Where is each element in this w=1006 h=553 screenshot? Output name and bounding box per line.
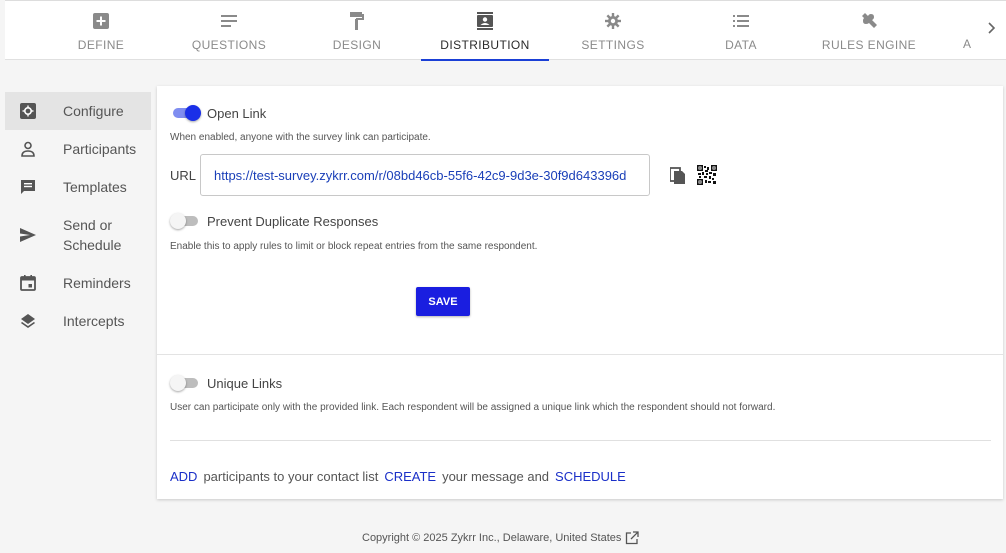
tab-partial-label[interactable]: A bbox=[963, 37, 971, 51]
copy-icon[interactable] bbox=[669, 166, 688, 186]
list-icon bbox=[730, 11, 752, 31]
contact-card-icon bbox=[474, 11, 496, 31]
tab-design[interactable]: DESIGN bbox=[293, 1, 421, 60]
plus-box-icon bbox=[90, 11, 112, 31]
sidebar-item-label: Templates bbox=[63, 179, 127, 195]
tab-label: SETTINGS bbox=[581, 38, 645, 52]
save-button[interactable]: SAVE bbox=[416, 287, 470, 316]
sidebar-item-label: Reminders bbox=[63, 275, 131, 291]
unique-links-hint: User can participate only with the provi… bbox=[170, 402, 776, 413]
sidebar-item-templates[interactable]: Templates bbox=[5, 168, 151, 206]
tab-settings[interactable]: SETTINGS bbox=[549, 1, 677, 60]
toggle-knob bbox=[170, 213, 186, 229]
url-label: URL bbox=[170, 168, 197, 183]
person-icon bbox=[17, 138, 39, 160]
prevent-duplicate-toggle[interactable] bbox=[170, 213, 200, 229]
gear-box-icon bbox=[17, 100, 39, 122]
message-icon bbox=[17, 176, 39, 198]
cta-text: participants to your contact list bbox=[203, 469, 379, 484]
next-steps-line: ADD participants to your contact list CREA… bbox=[170, 469, 626, 484]
sidebar-item-send-or-schedule[interactable]: Send or Schedule bbox=[5, 206, 151, 264]
survey-url-input[interactable] bbox=[214, 167, 649, 183]
tab-label: DEFINE bbox=[77, 38, 125, 52]
tab-questions[interactable]: QUESTIONS bbox=[165, 1, 293, 60]
paint-roller-icon bbox=[346, 11, 368, 31]
external-link-icon[interactable] bbox=[625, 531, 640, 545]
distribution-sidebar: Configure Participants Templates Send or… bbox=[5, 92, 151, 340]
open-link-toggle[interactable] bbox=[171, 105, 201, 121]
top-navigation: DEFINE QUESTIONS DESIGN DISTRIBUTION SET… bbox=[5, 0, 1006, 61]
toggle-knob bbox=[170, 375, 186, 391]
tab-data[interactable]: DATA bbox=[677, 1, 805, 60]
configure-panel: Open Link When enabled, anyone with the … bbox=[157, 86, 1003, 499]
tab-rules-engine[interactable]: RULES ENGINE bbox=[805, 1, 933, 60]
sidebar-item-reminders[interactable]: Reminders bbox=[5, 264, 151, 302]
add-participants-link[interactable]: ADD bbox=[170, 469, 197, 484]
section-divider bbox=[157, 354, 1003, 355]
sidebar-item-label: Send or Schedule bbox=[63, 217, 122, 253]
tab-label: DESIGN bbox=[332, 38, 382, 52]
calendar-icon bbox=[17, 272, 39, 294]
open-link-hint: When enabled, anyone with the survey lin… bbox=[170, 132, 431, 143]
wrench-icon bbox=[858, 11, 880, 31]
sidebar-item-participants[interactable]: Participants bbox=[5, 130, 151, 168]
copyright-text: Copyright © 2025 Zykrr Inc., Delaware, U… bbox=[362, 532, 622, 544]
tab-label: DISTRIBUTION bbox=[440, 38, 530, 52]
unique-links-label: Unique Links bbox=[207, 376, 283, 391]
prevent-duplicate-label: Prevent Duplicate Responses bbox=[207, 214, 379, 229]
chevron-right-icon bbox=[987, 21, 997, 39]
gear-icon bbox=[602, 11, 624, 31]
create-message-link[interactable]: CREATE bbox=[384, 469, 436, 484]
toggle-knob bbox=[185, 105, 201, 121]
prevent-duplicate-hint: Enable this to apply rules to limit or b… bbox=[170, 241, 538, 252]
open-link-label: Open Link bbox=[207, 106, 267, 121]
sidebar-item-label: Intercepts bbox=[63, 313, 125, 329]
tab-distribution[interactable]: DISTRIBUTION bbox=[421, 1, 549, 61]
lines-icon bbox=[218, 11, 240, 31]
sidebar-item-configure[interactable]: Configure bbox=[5, 92, 151, 130]
schedule-link[interactable]: SCHEDULE bbox=[555, 469, 626, 484]
tab-label: DATA bbox=[725, 38, 757, 52]
survey-url-field[interactable] bbox=[200, 154, 650, 196]
tab-define[interactable]: DEFINE bbox=[37, 1, 165, 60]
sidebar-item-label: Participants bbox=[63, 141, 137, 157]
sidebar-item-label: Configure bbox=[63, 103, 124, 119]
sidebar-item-intercepts[interactable]: Intercepts bbox=[5, 302, 151, 340]
layers-icon bbox=[17, 310, 39, 332]
unique-links-toggle[interactable] bbox=[170, 375, 200, 391]
qr-code-icon[interactable] bbox=[697, 165, 717, 185]
footer: Copyright © 2025 Zykrr Inc., Delaware, U… bbox=[362, 531, 640, 545]
cta-text: your message and bbox=[442, 469, 550, 484]
send-icon bbox=[17, 224, 39, 246]
cta-divider bbox=[170, 440, 991, 441]
tab-label: RULES ENGINE bbox=[821, 38, 917, 52]
tab-label: QUESTIONS bbox=[191, 38, 267, 52]
tabs-scroll-right-button[interactable] bbox=[981, 19, 1003, 41]
